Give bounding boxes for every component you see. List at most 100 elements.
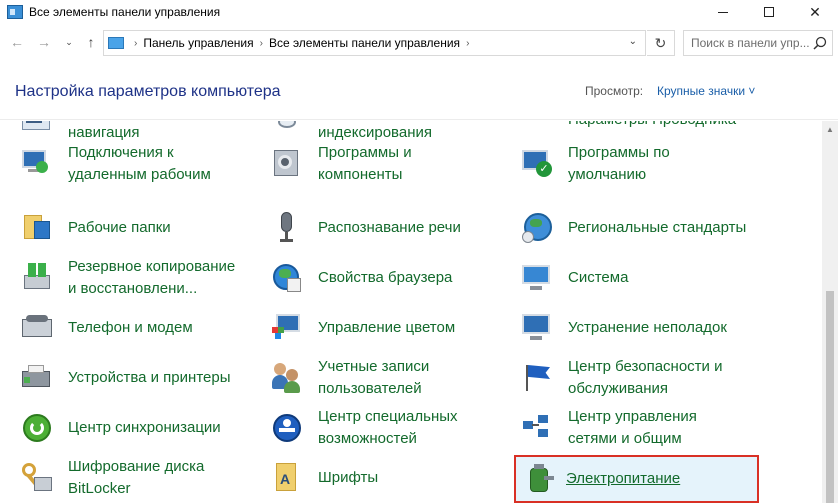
- maximize-button[interactable]: [746, 0, 792, 24]
- security-flag-icon: [520, 361, 554, 395]
- minimize-icon: [718, 11, 728, 13]
- color-management-icon: [270, 311, 304, 345]
- control-panel-item-label: Управление цветом: [318, 319, 456, 336]
- control-panel-item[interactable]: Распознавание речи: [258, 205, 506, 251]
- remote-connection-icon: [20, 147, 54, 181]
- control-panel-item[interactable]: Региональные стандарты: [508, 205, 756, 251]
- control-panel-item[interactable]: Резервное копирование и восстановлени...: [8, 255, 256, 301]
- search-box[interactable]: [683, 30, 833, 56]
- view-mode-dropdown[interactable]: Крупные значки ˅: [657, 84, 755, 98]
- control-panel-item-label: Устройства и принтеры: [68, 369, 231, 386]
- control-panel-item[interactable]: Рабочие папки: [8, 205, 256, 251]
- phone-modem-icon: [20, 311, 54, 345]
- refresh-button[interactable]: ↻: [647, 30, 675, 56]
- control-panel-item-label: Центр управления сетями и общим: [568, 408, 697, 447]
- troubleshooting-icon: [520, 311, 554, 345]
- control-panel-item[interactable]: Центр безопасности и обслуживания: [508, 355, 756, 401]
- control-panel-item-label: Региональные стандарты: [568, 219, 747, 236]
- control-panel-item[interactable]: Устройства и принтеры: [8, 355, 256, 401]
- network-center-icon: [520, 411, 554, 445]
- power-options-icon: [522, 462, 556, 496]
- user-accounts-icon: [270, 361, 304, 395]
- breadcrumb-all-items[interactable]: Все элементы панели управления: [269, 36, 460, 50]
- address-dropdown-chevron-icon[interactable]: ⌄: [629, 36, 637, 47]
- control-panel-item[interactable]: Шифрование диска BitLocker: [8, 455, 256, 501]
- control-panel-item-label: Рабочие папки: [68, 219, 171, 236]
- internet-options-icon: [270, 261, 304, 295]
- accessibility-icon: [270, 411, 304, 445]
- breadcrumb-separator-icon[interactable]: ›: [466, 38, 469, 49]
- control-panel-app-icon: [7, 5, 23, 19]
- work-folders-icon: [20, 211, 54, 245]
- control-panel-item[interactable]: Свойства браузера: [258, 255, 506, 301]
- scroll-up-arrow-icon[interactable]: ▲: [826, 125, 834, 134]
- control-panel-item-label: Устранение неполадок: [568, 319, 727, 336]
- control-panel-item-label: Центр синхронизации: [68, 419, 221, 436]
- window-title: Все элементы панели управления: [29, 5, 221, 19]
- control-panel-item[interactable]: Электропитание: [514, 455, 759, 503]
- control-panel-window: Все элементы панели управления ✕ ← → ⌄ ↑…: [0, 0, 838, 503]
- breadcrumb-control-panel[interactable]: Панель управления: [143, 36, 253, 50]
- control-panel-item[interactable]: A Шрифты: [258, 455, 506, 501]
- control-panel-item-label: Центр безопасности и обслуживания: [568, 358, 723, 397]
- breadcrumb-separator-icon: ›: [259, 37, 263, 49]
- control-panel-item-label: Система: [568, 269, 629, 286]
- control-panel-item[interactable]: Центр управления сетями и общим: [508, 405, 756, 451]
- control-panel-item-label: Учетные записи пользователей: [318, 358, 430, 397]
- default-programs-icon: ✓: [520, 147, 554, 181]
- control-panel-item-label: Шифрование диска BitLocker: [68, 458, 205, 497]
- control-panel-item[interactable]: Параметры Проводника: [508, 121, 756, 143]
- page-header: Настройка параметров компьютера Просмотр…: [0, 62, 838, 120]
- maximize-icon: [764, 7, 774, 17]
- view-label: Просмотр:: [585, 84, 644, 98]
- programs-icon: [270, 147, 304, 181]
- backup-icon: [20, 261, 54, 295]
- navigation-bar: ← → ⌄ ↑ › Панель управления › Все элемен…: [0, 28, 838, 58]
- up-arrow-icon[interactable]: ↑: [82, 34, 100, 50]
- close-button[interactable]: ✕: [792, 0, 838, 24]
- search-input[interactable]: [691, 36, 813, 50]
- control-panel-item-label: Распознавание речи: [318, 219, 461, 236]
- address-bar[interactable]: › Панель управления › Все элементы панел…: [103, 30, 646, 56]
- back-arrow-icon[interactable]: ←: [8, 34, 26, 50]
- search-icon: [813, 36, 827, 50]
- microphone-icon: [270, 211, 304, 245]
- minimize-button[interactable]: [700, 0, 746, 24]
- forward-arrow-icon[interactable]: →: [35, 34, 53, 50]
- items-grid: навигацияиндексированияПараметры Проводн…: [0, 121, 822, 503]
- control-panel-item[interactable]: Управление цветом: [258, 305, 506, 351]
- control-panel-item-label: Резервное копирование и восстановлени...: [68, 258, 236, 297]
- fonts-icon: A: [270, 461, 304, 495]
- control-panel-item-label: Параметры Проводника: [568, 121, 736, 131]
- sync-center-icon: [20, 411, 54, 445]
- control-panel-item-label: Центр специальных возможностей: [318, 408, 458, 447]
- control-panel-item[interactable]: Центр специальных возможностей: [258, 405, 506, 451]
- control-panel-item-label: Программы и компоненты: [318, 144, 412, 183]
- system-icon: [520, 261, 554, 295]
- control-panel-item-label: Программы по умолчанию: [568, 144, 670, 183]
- control-panel-item[interactable]: Учетные записи пользователей: [258, 355, 506, 401]
- vertical-scrollbar[interactable]: ▲: [822, 121, 838, 503]
- control-panel-item[interactable]: Программы и компоненты: [258, 141, 506, 187]
- control-panel-icon: [108, 37, 124, 49]
- region-globe-icon: [520, 211, 554, 245]
- control-panel-item-label: Подключения к удаленным рабочим: [68, 144, 211, 183]
- folder-options-icon: [520, 121, 554, 137]
- title-bar: Все элементы панели управления ✕: [0, 0, 838, 24]
- control-panel-item[interactable]: Система: [508, 255, 756, 301]
- control-panel-item-label: Телефон и модем: [68, 319, 193, 336]
- control-panel-item-label: Шрифты: [318, 469, 379, 486]
- bitlocker-key-icon: [20, 461, 54, 495]
- control-panel-item-label: Свойства браузера: [318, 269, 453, 286]
- devices-printers-icon: [20, 361, 54, 395]
- control-panel-item[interactable]: Устранение неполадок: [508, 305, 756, 351]
- control-panel-item-label: Электропитание: [566, 470, 681, 487]
- recent-locations-chevron-icon[interactable]: ⌄: [60, 37, 78, 48]
- control-panel-item[interactable]: Центр синхронизации: [8, 405, 256, 451]
- control-panel-item[interactable]: Телефон и модем: [8, 305, 256, 351]
- breadcrumb-separator-icon: ›: [134, 37, 138, 49]
- scrollbar-thumb[interactable]: [826, 291, 834, 503]
- page-title: Настройка параметров компьютера: [15, 83, 281, 100]
- control-panel-item[interactable]: ✓ Программы по умолчанию: [508, 141, 756, 187]
- control-panel-item[interactable]: Подключения к удаленным рабочим: [8, 141, 256, 187]
